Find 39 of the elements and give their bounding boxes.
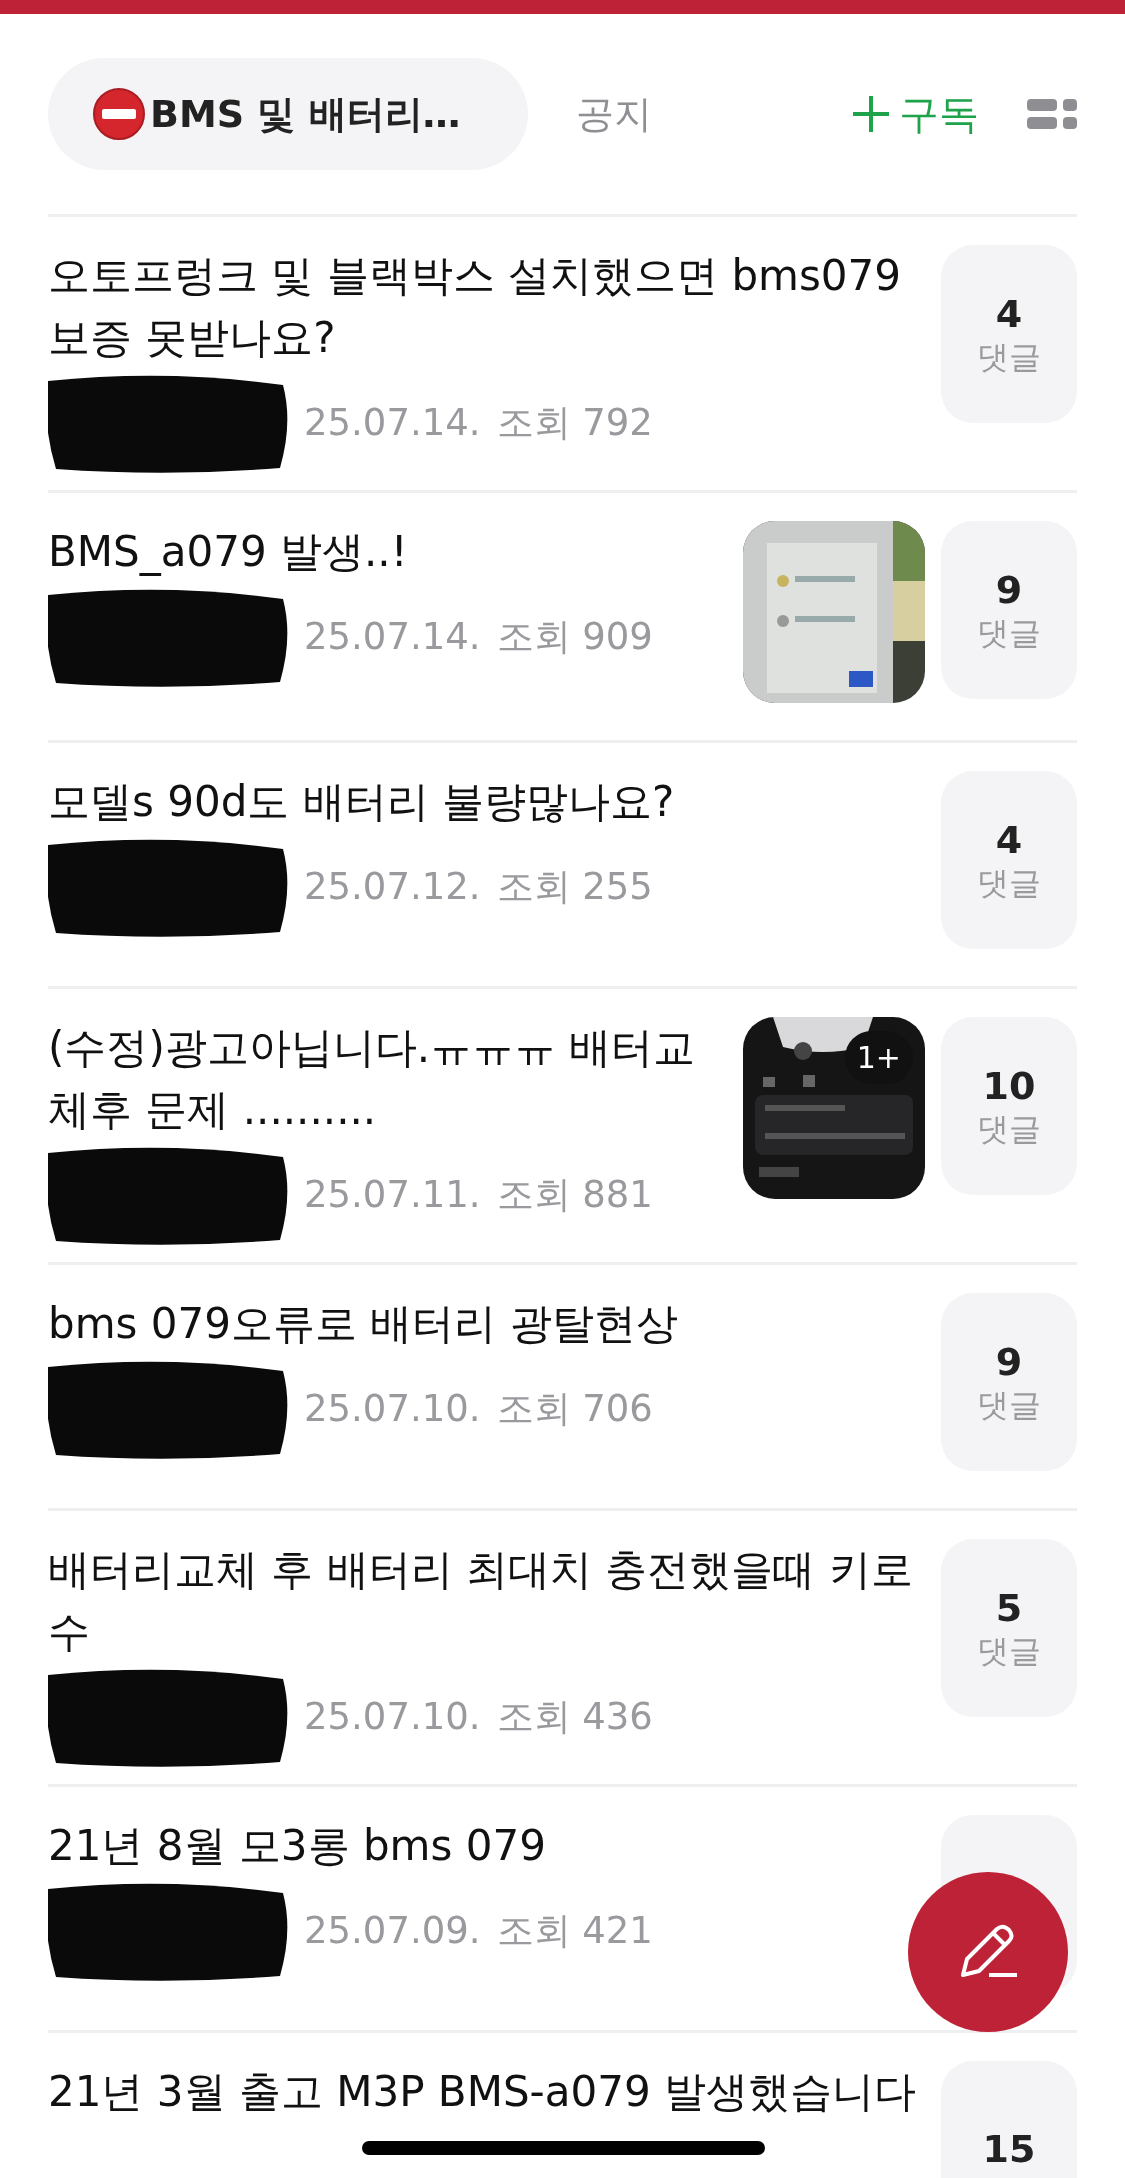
comment-count: 9 bbox=[995, 1340, 1023, 1386]
post-date: 25.07.09. bbox=[304, 1908, 481, 1955]
post-date: 25.07.12. bbox=[304, 864, 481, 911]
view-count: 조회 436 bbox=[496, 1694, 653, 1741]
view-count: 조회 792 bbox=[496, 400, 653, 447]
post-date: 25.07.11. bbox=[304, 1172, 481, 1219]
comment-count: 10 bbox=[982, 1064, 1036, 1110]
post-title[interactable]: 21년 8월 모3롱 bms 079 bbox=[48, 1815, 546, 1877]
comment-count: 4 bbox=[995, 818, 1023, 864]
grid-view-icon[interactable] bbox=[1027, 97, 1077, 131]
no-entry-icon bbox=[92, 87, 146, 141]
post-title[interactable]: 모델s 90d도 배터리 불량많나요? bbox=[48, 771, 675, 833]
post-title[interactable]: bms 079오류로 배터리 광탈현상 bbox=[48, 1293, 678, 1355]
comment-label: 댓글 bbox=[977, 613, 1041, 652]
post-date: 25.07.10. bbox=[304, 1386, 481, 1433]
plus-icon bbox=[851, 94, 891, 134]
post-date: 25.07.14. bbox=[304, 400, 481, 447]
comment-label: 댓글 bbox=[977, 863, 1041, 902]
view-count: 조회 255 bbox=[496, 864, 653, 911]
comment-count: 5 bbox=[995, 1586, 1023, 1632]
comment-count: 4 bbox=[995, 292, 1023, 338]
comment-label: 댓글 bbox=[977, 337, 1041, 376]
comment-label: 댓글 bbox=[977, 1631, 1041, 1670]
post-date: 25.07.14. bbox=[304, 614, 481, 661]
view-count: 조회 909 bbox=[496, 614, 653, 661]
post-title[interactable]: 오토프렁크 및 블랙박스 설치했으면 bms079 보증 못받나요? bbox=[48, 245, 925, 369]
post-title[interactable]: 배터리교체 후 배터리 최대치 충전했을때 키로수 bbox=[48, 1539, 925, 1663]
board-tab[interactable]: BMS 및 배터리… bbox=[48, 58, 528, 170]
comment-label: 댓글 bbox=[977, 1385, 1041, 1424]
post-title[interactable]: BMS_a079 발생..! bbox=[48, 521, 408, 583]
view-count: 조회 706 bbox=[496, 1386, 653, 1433]
view-count: 조회 421 bbox=[496, 1908, 653, 1955]
view-count: 조회 881 bbox=[496, 1172, 653, 1219]
comment-count: 9 bbox=[995, 568, 1023, 614]
comment-count: 15 bbox=[982, 2127, 1036, 2173]
comment-label: 댓글 bbox=[977, 1109, 1041, 1148]
post-title[interactable]: (수정)광고아닙니다.ㅠㅠㅠ 배터교체후 문제 .......... bbox=[48, 1017, 727, 1141]
post-date: 25.07.10. bbox=[304, 1694, 481, 1741]
post-title[interactable]: 21년 3월 출고 M3P BMS-a079 발생했습니다 bbox=[48, 2061, 916, 2123]
